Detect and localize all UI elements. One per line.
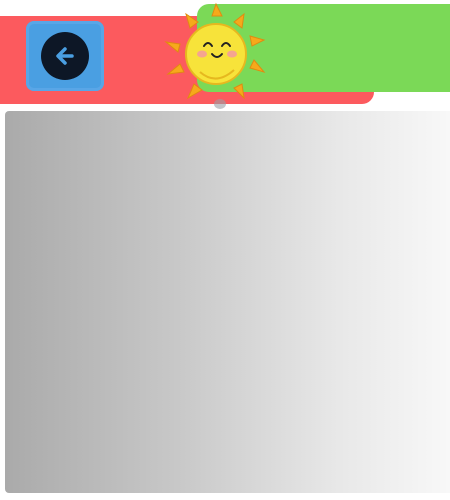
content-panel xyxy=(5,111,450,493)
back-button[interactable] xyxy=(26,21,104,91)
smiling-sun-icon xyxy=(164,2,266,109)
arrow-left-icon xyxy=(56,47,74,65)
back-icon-circle xyxy=(41,32,89,80)
game-screen xyxy=(0,0,450,500)
